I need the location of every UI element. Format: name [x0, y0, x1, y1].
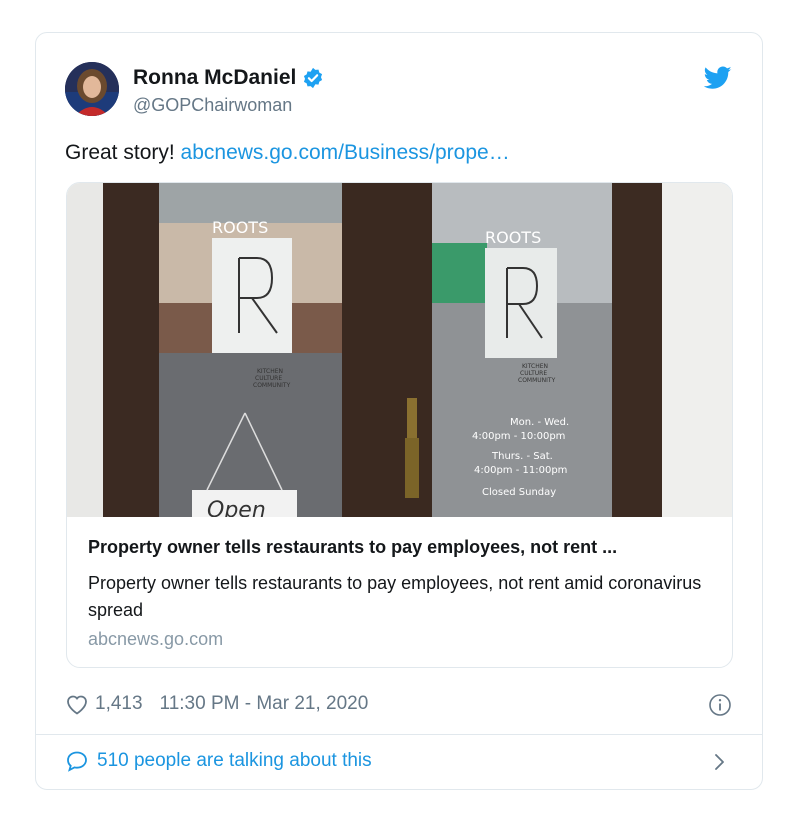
svg-text:CULTURE: CULTURE — [255, 375, 282, 382]
conversation-text[interactable]: 510 people are talking about this — [97, 750, 372, 772]
chevron-right-icon[interactable] — [713, 751, 727, 773]
brand-left: ROOTS — [212, 218, 268, 237]
conversation-link[interactable]: 510 people are talking about this — [65, 750, 372, 772]
heart-icon[interactable] — [65, 693, 89, 715]
svg-text:COMMUNITY: COMMUNITY — [518, 377, 556, 384]
like-count[interactable]: 1,413 — [95, 693, 143, 715]
svg-text:COMMUNITY: COMMUNITY — [253, 382, 291, 389]
verified-badge-icon — [304, 67, 323, 89]
tweet-meta: 1,413 11:30 PM - Mar 21, 2020 — [65, 693, 368, 715]
tweet-text-prefix: Great story! — [65, 141, 181, 164]
avatar[interactable] — [65, 62, 119, 116]
author-name[interactable]: Ronna McDaniel — [133, 66, 324, 90]
svg-text:KITCHEN: KITCHEN — [257, 368, 283, 375]
card-description[interactable]: Property owner tells restaurants to pay … — [88, 570, 708, 624]
svg-text:Thurs. - Sat.: Thurs. - Sat. — [491, 451, 553, 462]
author-handle[interactable]: @GOPChairwoman — [133, 95, 292, 116]
svg-text:4:00pm - 10:00pm: 4:00pm - 10:00pm — [472, 431, 565, 442]
svg-text:Closed Sunday: Closed Sunday — [482, 487, 556, 498]
author-name-text[interactable]: Ronna McDaniel — [133, 66, 296, 90]
svg-text:KITCHEN: KITCHEN — [522, 363, 548, 370]
info-icon[interactable] — [708, 693, 732, 717]
timestamp[interactable]: 11:30 PM - Mar 21, 2020 — [160, 693, 369, 715]
twitter-bird-icon[interactable] — [704, 66, 732, 90]
tweet-text: Great story! abcnews.go.com/Business/pro… — [65, 141, 510, 165]
tweet-embed: Ronna McDaniel @GOPChairwoman Great stor… — [35, 32, 763, 790]
svg-text:Mon. - Wed.: Mon. - Wed. — [510, 417, 569, 428]
svg-text:CULTURE: CULTURE — [520, 370, 547, 377]
tweet-link[interactable]: abcnews.go.com/Business/prope… — [181, 141, 510, 164]
brand-right: ROOTS — [485, 228, 541, 247]
link-card[interactable]: ROOTS ROOTS KITCHEN CULTURE COMMUNITY KI… — [66, 182, 733, 668]
card-domain[interactable]: abcnews.go.com — [88, 629, 223, 650]
card-title[interactable]: Property owner tells restaurants to pay … — [88, 537, 617, 558]
svg-text:4:00pm - 11:00pm: 4:00pm - 11:00pm — [474, 465, 567, 476]
comment-bubble-icon — [67, 751, 87, 772]
divider — [36, 734, 762, 735]
card-image[interactable]: ROOTS ROOTS KITCHEN CULTURE COMMUNITY KI… — [67, 183, 733, 517]
svg-text:Open: Open — [207, 498, 266, 517]
